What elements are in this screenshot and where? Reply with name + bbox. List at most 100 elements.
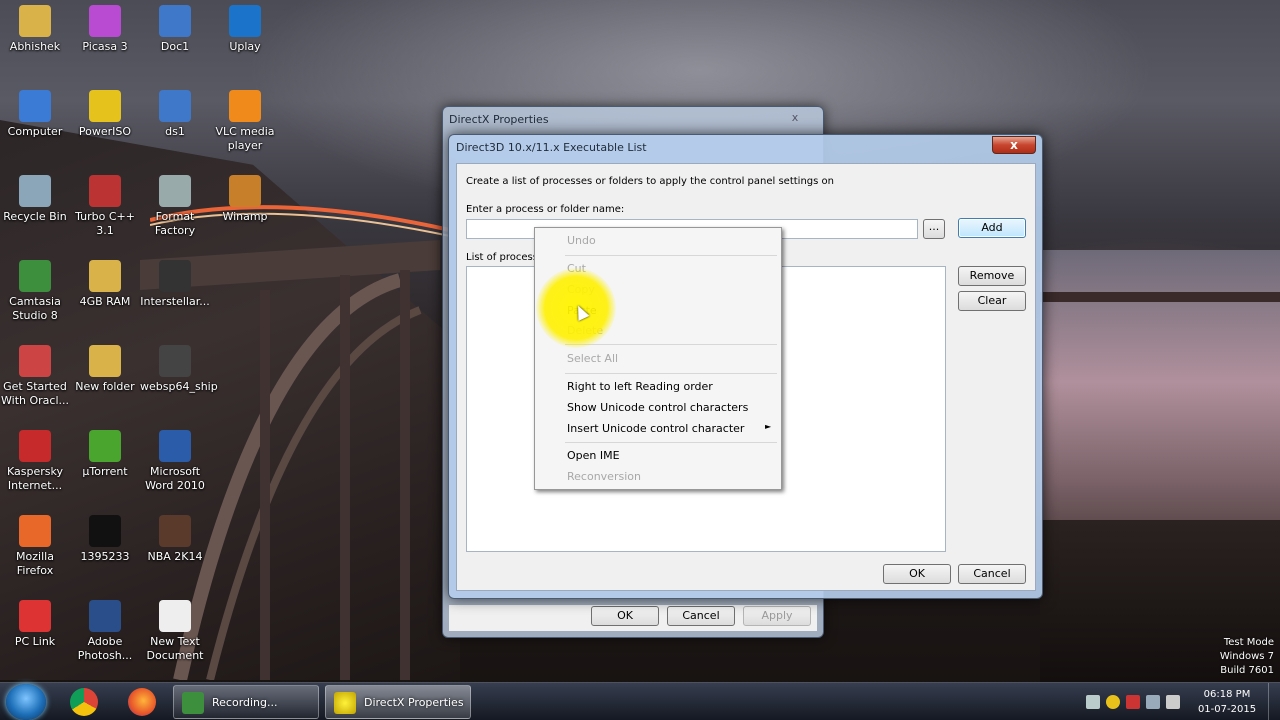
description-text: Create a list of processes or folders to…: [466, 176, 834, 187]
firefox-icon[interactable]: [128, 688, 156, 716]
desktop-icon-folder[interactable]: 4GB RAM: [70, 260, 140, 309]
clock[interactable]: 06:18 PM 01-07-2015: [1192, 687, 1262, 717]
tray-app-icon[interactable]: [1126, 695, 1140, 709]
desktop-icon-label: New folder: [75, 380, 135, 393]
menu-item-insert-unicode[interactable]: Insert Unicode control character: [567, 422, 744, 435]
executable-list-ok-button[interactable]: OK: [883, 564, 951, 584]
document-icon: [159, 90, 191, 122]
desktop-icon-label: Abhishek: [9, 40, 61, 53]
executable-list-cancel-button[interactable]: Cancel: [958, 564, 1026, 584]
desktop-icon-computer[interactable]: Computer: [0, 90, 70, 139]
desktop-icon-label: PowerISO: [78, 125, 132, 138]
desktop-icon-text-document[interactable]: New Text Document: [140, 600, 210, 663]
menu-item-rtl-reading-order[interactable]: Right to left Reading order: [567, 380, 713, 393]
executable-list-close-button[interactable]: x: [992, 136, 1036, 154]
desktop-icon-label: Mozilla Firefox: [16, 550, 54, 577]
desktop-icon-app[interactable]: websp64_ship: [140, 345, 218, 394]
menu-separator: [565, 442, 777, 443]
start-button[interactable]: [6, 684, 46, 720]
directx-properties-button-bar: OK Cancel Apply: [449, 605, 817, 631]
desktop-icon-picasa[interactable]: Picasa 3: [70, 5, 140, 54]
clear-button[interactable]: Clear: [958, 291, 1026, 311]
desktop-icon-label: NBA 2K14: [147, 550, 203, 563]
desktop-icon-folder[interactable]: New folder: [70, 345, 140, 394]
picasa-icon: [89, 5, 121, 37]
directx-properties-apply-button[interactable]: Apply: [743, 606, 811, 626]
document-icon: [159, 5, 191, 37]
desktop-icon-video[interactable]: Interstellar...: [140, 260, 210, 309]
directx-properties-title: DirectX Properties: [449, 113, 549, 126]
menu-item-show-unicode[interactable]: Show Unicode control characters: [567, 401, 748, 414]
desktop-icon-word[interactable]: Microsoft Word 2010: [140, 430, 210, 493]
computer-icon: [19, 90, 51, 122]
menu-item-delete[interactable]: Delete: [567, 324, 603, 337]
desktop-icon-uplay[interactable]: Uplay: [210, 5, 280, 54]
action-center-icon[interactable]: [1086, 695, 1100, 709]
uplay-icon: [229, 5, 261, 37]
desktop-icon-winamp[interactable]: Winamp: [210, 175, 280, 224]
show-desktop-button[interactable]: [1268, 683, 1280, 720]
desktop-icon-label: Microsoft Word 2010: [145, 465, 205, 492]
directx-properties-ok-button[interactable]: OK: [591, 606, 659, 626]
desktop-icon-label: Picasa 3: [82, 40, 128, 53]
desktop-icon-format-factory[interactable]: Format Factory: [140, 175, 210, 238]
pc-link-icon: [19, 600, 51, 632]
add-button[interactable]: Add: [958, 218, 1026, 238]
browse-button[interactable]: ...: [923, 219, 945, 239]
taskbar-task-label: Recording...: [212, 696, 278, 709]
network-icon[interactable]: [1146, 695, 1160, 709]
desktop-icon-pc-link[interactable]: PC Link: [0, 600, 70, 649]
menu-item-undo[interactable]: Undo: [567, 234, 596, 247]
desktop-icon-utorrent[interactable]: µTorrent: [70, 430, 140, 479]
desktop-icon-firefox[interactable]: Mozilla Firefox: [0, 515, 70, 578]
winamp-icon: [229, 175, 261, 207]
desktop-icon-vlc[interactable]: VLC media player: [210, 90, 280, 153]
desktop-icon-label: 4GB RAM: [79, 295, 131, 308]
desktop-icon-camtasia[interactable]: Camtasia Studio 8: [0, 260, 70, 323]
desktop-icon-label: ds1: [165, 125, 185, 138]
desktop-icon-kaspersky[interactable]: Kaspersky Internet...: [0, 430, 70, 493]
process-list-label: List of processe: [466, 252, 545, 263]
desktop-icon-label: Winamp: [222, 210, 268, 223]
taskbar-task-label: DirectX Properties: [364, 696, 464, 709]
menu-item-cut[interactable]: Cut: [567, 262, 586, 275]
taskbar-task-directx-properties[interactable]: DirectX Properties: [325, 685, 471, 719]
desktop-icon-document[interactable]: ds1: [140, 90, 210, 139]
volume-icon[interactable]: [1166, 695, 1180, 709]
desktop-icon-image[interactable]: 1395233: [70, 515, 140, 564]
remove-button[interactable]: Remove: [958, 266, 1026, 286]
desktop-icon-label: Uplay: [229, 40, 261, 53]
desktop-icon-nba[interactable]: NBA 2K14: [140, 515, 210, 564]
chrome-icon[interactable]: [70, 688, 98, 716]
desktop-icon-label: 1395233: [80, 550, 130, 563]
video-icon: [159, 260, 191, 292]
folder-icon: [19, 5, 51, 37]
desktop-icon-recycle-bin[interactable]: Recycle Bin: [0, 175, 70, 224]
menu-item-reconversion[interactable]: Reconversion: [567, 470, 641, 483]
desktop-icon-turbo-c[interactable]: Turbo C++ 3.1: [70, 175, 140, 238]
desktop-icon-label: Get Started With Oracl...: [1, 380, 69, 407]
utorrent-icon: [89, 430, 121, 462]
kaspersky-icon: [19, 430, 51, 462]
desktop-icon-oracle[interactable]: Get Started With Oracl...: [0, 345, 70, 408]
wallpaper-pier: [1040, 292, 1280, 302]
desktop-icon-label: Doc1: [160, 40, 190, 53]
text-document-icon: [159, 600, 191, 632]
system-tray: 06:18 PM 01-07-2015: [1080, 683, 1280, 720]
desktop-icon-document[interactable]: Doc1: [140, 5, 210, 54]
tray-app-icon[interactable]: [1106, 695, 1120, 709]
clock-time: 06:18 PM: [1203, 689, 1251, 700]
menu-item-copy[interactable]: Copy: [567, 283, 595, 296]
taskbar-task-recording[interactable]: Recording...: [173, 685, 319, 719]
desktop-icon-folder[interactable]: Abhishek: [0, 5, 70, 54]
menu-separator: [565, 373, 777, 374]
directx-properties-close-button[interactable]: x: [775, 109, 815, 126]
desktop-icon-poweriso[interactable]: PowerISO: [70, 90, 140, 139]
desktop-icon-photoshop[interactable]: Adobe Photosh...: [70, 600, 140, 663]
wallpaper-ocean: [1040, 250, 1280, 580]
test-mode-watermark: Test Mode Windows 7 Build 7601: [1220, 636, 1274, 678]
menu-separator: [565, 255, 777, 256]
directx-properties-cancel-button[interactable]: Cancel: [667, 606, 735, 626]
menu-item-select-all[interactable]: Select All: [567, 352, 618, 365]
menu-item-open-ime[interactable]: Open IME: [567, 449, 620, 462]
